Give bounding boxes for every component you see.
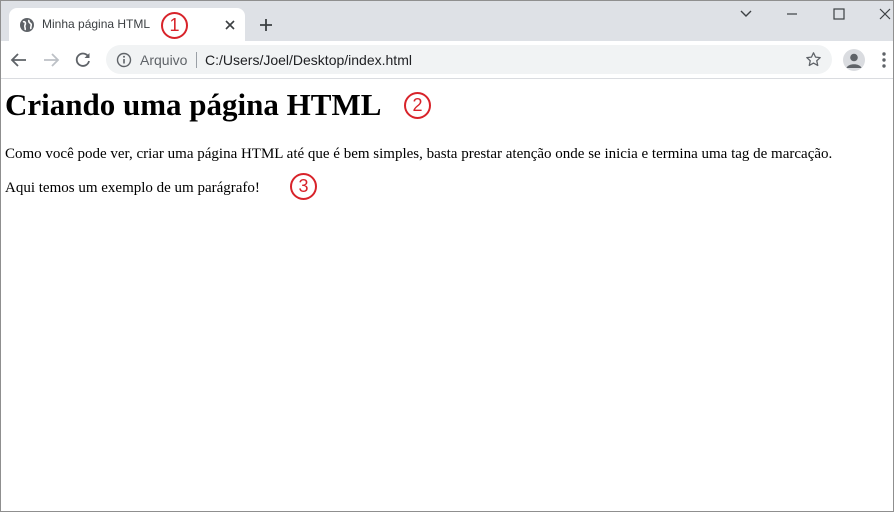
more-vert-icon[interactable] [881, 51, 887, 69]
browser-window: Minha página HTML Arquivo C:/Users/Joel/… [0, 0, 894, 512]
star-icon[interactable] [805, 51, 822, 68]
arrow-right-icon[interactable] [42, 51, 60, 69]
profile-avatar-icon[interactable] [843, 49, 865, 71]
page-paragraph: Como você pode ver, criar uma página HTM… [5, 146, 833, 162]
close-icon[interactable] [223, 18, 237, 32]
minimize-icon[interactable] [785, 7, 799, 21]
chevron-down-icon[interactable] [739, 7, 753, 21]
tab-title: Minha página HTML [42, 17, 151, 31]
info-icon[interactable] [116, 52, 132, 68]
page-viewport: Criando uma página HTML Como você pode v… [1, 79, 893, 511]
tab-active[interactable]: Minha página HTML [9, 8, 245, 41]
arrow-left-icon[interactable] [10, 51, 28, 69]
address-divider [196, 52, 197, 68]
globe-icon [19, 17, 35, 33]
reload-icon[interactable] [74, 51, 92, 69]
annotation-marker-1: 1 [161, 12, 188, 39]
plus-icon[interactable] [258, 17, 274, 33]
page-heading: Criando uma página HTML [5, 87, 382, 122]
browser-toolbar: Arquivo C:/Users/Joel/Desktop/index.html [1, 41, 893, 79]
annotation-marker-3: 3 [290, 173, 317, 200]
window-close-icon[interactable] [878, 7, 892, 21]
annotation-marker-2: 2 [404, 92, 431, 119]
tab-strip: Minha página HTML [1, 1, 893, 41]
maximize-icon[interactable] [832, 7, 846, 21]
page-paragraph: Aqui temos um exemplo de um parágrafo! [5, 180, 260, 196]
security-label[interactable]: Arquivo [140, 52, 187, 68]
address-bar[interactable]: Arquivo C:/Users/Joel/Desktop/index.html [106, 45, 832, 74]
url-text[interactable]: C:/Users/Joel/Desktop/index.html [205, 52, 412, 68]
